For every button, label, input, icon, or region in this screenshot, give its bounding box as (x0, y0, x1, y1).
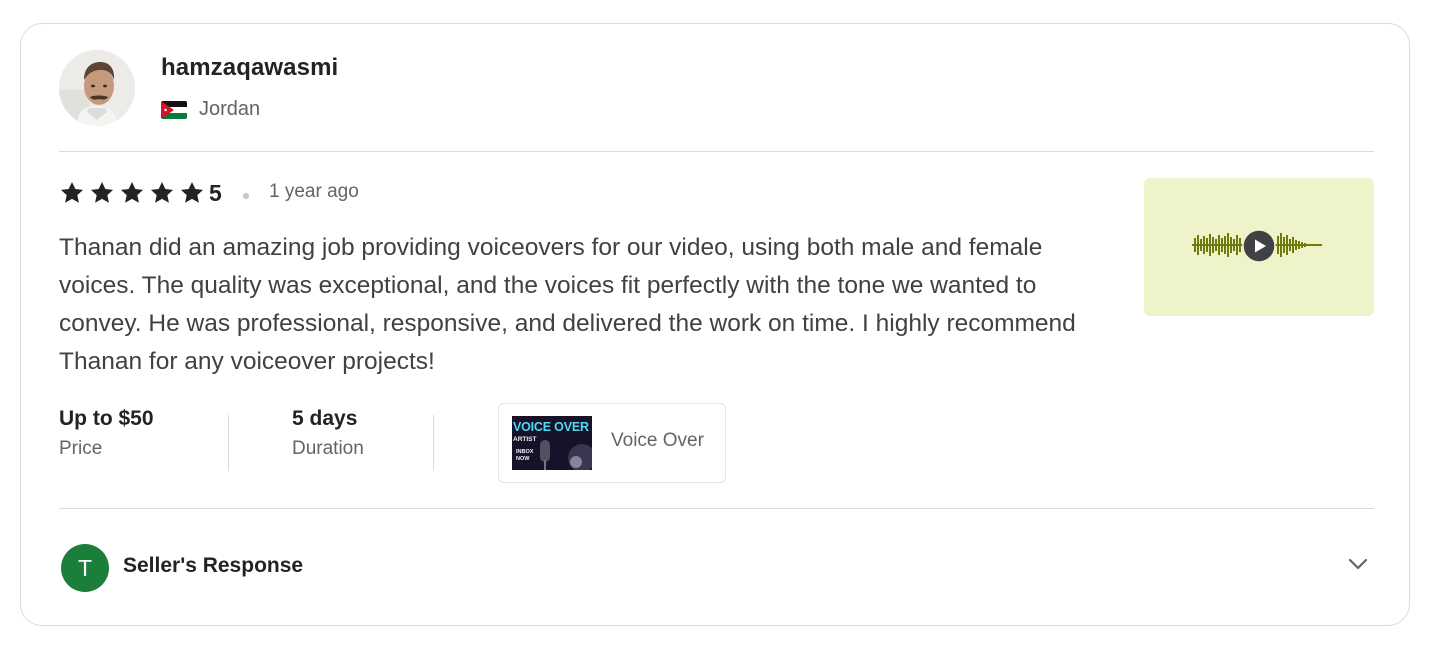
gig-title: Voice Over (611, 430, 704, 451)
separator-dot (243, 193, 249, 199)
star-icon (60, 181, 84, 203)
reviewer-avatar[interactable] (59, 50, 135, 126)
jordan-flag-icon (161, 101, 187, 119)
star-icon (150, 181, 174, 203)
star-icon (90, 181, 114, 203)
reviewer-username[interactable]: hamzaqawasmi (161, 54, 338, 82)
duration-value: 5 days (292, 407, 358, 430)
gig-card[interactable]: VOICE OVER ARTIST INBOX NOW Voice Over (498, 403, 726, 483)
gig-thumbnail: VOICE OVER ARTIST INBOX NOW (512, 416, 592, 470)
review-card: hamzaqawasmi Jordan 5 1 year ago Thanan … (20, 23, 1410, 626)
stat-separator (228, 415, 229, 471)
play-icon[interactable] (1242, 229, 1276, 263)
price-label: Price (59, 438, 103, 459)
seller-avatar: T (61, 544, 109, 592)
audio-media-thumbnail[interactable] (1144, 178, 1374, 316)
review-time-ago: 1 year ago (269, 181, 359, 202)
stat-separator (433, 415, 434, 471)
header-divider (59, 151, 1374, 152)
gig-thumbnail-title: VOICE OVER (513, 420, 589, 434)
star-rating (59, 180, 205, 206)
seller-response-toggle[interactable]: Seller's Response (123, 554, 303, 578)
response-divider (59, 508, 1374, 509)
gig-thumbnail-subtitle: ARTIST (513, 436, 537, 443)
chevron-down-icon[interactable] (1346, 552, 1370, 576)
review-text: Thanan did an amazing job providing voic… (59, 234, 1076, 375)
price-value: Up to $50 (59, 407, 154, 430)
reviewer-country: Jordan (199, 98, 261, 120)
gig-thumbnail-badge: INBOX NOW (516, 449, 534, 462)
star-icon (120, 181, 144, 203)
star-icon (180, 181, 204, 203)
rating-value: 5 (209, 180, 222, 206)
duration-label: Duration (292, 438, 364, 459)
